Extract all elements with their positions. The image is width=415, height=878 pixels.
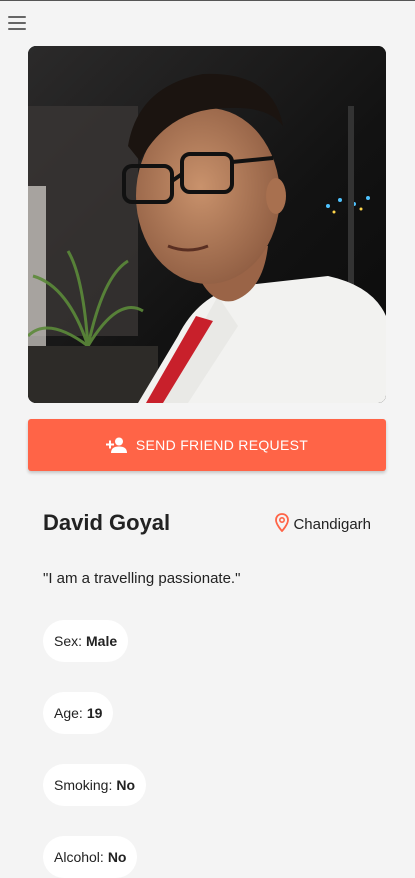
profile-photo xyxy=(28,46,386,403)
location-text: Chandigarh xyxy=(293,516,371,533)
person-add-icon xyxy=(105,437,128,453)
location-pin-icon xyxy=(275,513,290,536)
attribute-value: No xyxy=(107,849,127,865)
attribute-value: Male xyxy=(86,633,118,649)
menu-line xyxy=(8,16,26,18)
top-divider xyxy=(0,0,415,1)
attribute-smoking: Smoking: No xyxy=(43,764,147,806)
attribute-value: 19 xyxy=(86,705,103,721)
profile-bio: "I am a travelling passionate." xyxy=(43,570,241,587)
attribute-label: Age: xyxy=(54,705,83,721)
hamburger-menu-icon[interactable] xyxy=(8,14,30,32)
profile-location: Chandigarh xyxy=(275,513,371,536)
send-friend-request-label: SEND FRIEND REQUEST xyxy=(135,437,309,453)
attribute-label: Smoking: xyxy=(54,777,113,793)
attribute-label: Sex: xyxy=(54,633,83,649)
attribute-alcohol: Alcohol: No xyxy=(43,836,138,878)
attribute-label: Alcohol: xyxy=(54,849,104,865)
attribute-value: No xyxy=(116,777,136,793)
attribute-age: Age: 19 xyxy=(43,692,114,734)
attribute-sex: Sex: Male xyxy=(43,620,129,662)
menu-line xyxy=(8,28,26,30)
send-friend-request-button[interactable]: SEND FRIEND REQUEST xyxy=(28,419,386,471)
profile-photo-image xyxy=(28,46,386,403)
profile-name: David Goyal xyxy=(43,510,171,535)
menu-line xyxy=(8,22,26,24)
